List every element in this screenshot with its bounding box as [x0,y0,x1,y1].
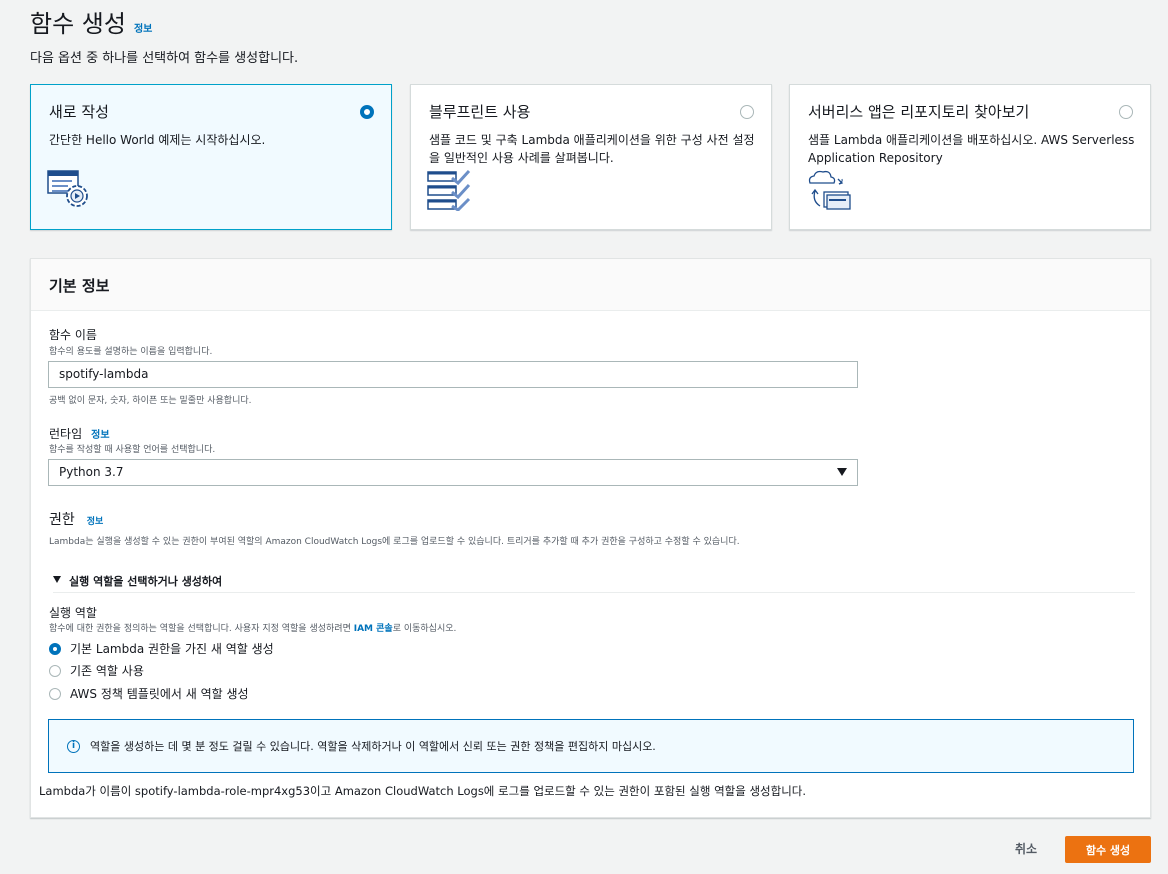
basic-info-panel: 기본 정보 함수 이름 함수의 용도를 설명하는 이름을 입력합니다. spot… [30,258,1151,818]
function-name-description: 함수의 용도를 설명하는 이름을 입력합니다. [49,347,213,357]
role-option-existing[interactable]: 기존 역할 사용 [49,662,144,679]
permissions-title: 권한 [49,512,75,528]
alert-text: 역할을 생성하는 데 몇 분 정도 걸릴 수 있습니다. 역할을 삭제하거나 이… [90,740,656,753]
permissions-description: Lambda는 실행을 생성할 수 있는 권한이 부여된 역할의 Amazon … [49,537,740,547]
role-option-label: 기본 Lambda 권한을 가진 새 역할 생성 [70,642,274,656]
option-radio[interactable] [740,105,754,119]
page-header: 함수 생성 정보 [30,4,152,39]
page-info-link[interactable]: 정보 [134,20,152,35]
page-description: 다음 옵션 중 하나를 선택하여 함수를 생성합니다. [30,51,299,66]
info-icon: i [67,739,80,753]
permissions-info-link[interactable]: 정보 [87,514,104,527]
option-radio[interactable] [1119,105,1133,119]
option-serverless-app-repository[interactable]: 서버리스 앱은 리포지토리 찾아보기 샘플 Lambda 애플리케이션을 배포하… [789,84,1151,230]
expander-label: 실행 역할을 선택하거나 생성하여 [69,575,223,588]
function-name-label: 함수 이름 [49,328,97,342]
execution-role-desc-text: 함수에 대한 권한을 정의하는 역할을 선택합니다. 사용자 지정 역할을 생성… [49,624,354,634]
execution-role-expander[interactable]: 실행 역할을 선택하거나 생성하여 [53,573,1135,593]
create-function-button[interactable]: 함수 생성 [1065,836,1151,863]
panel-header: 기본 정보 [31,259,1150,311]
execution-role-desc-suffix: 로 이동하십시오. [392,624,457,634]
info-alert: i 역할을 생성하는 데 몇 분 정도 걸릴 수 있습니다. 역할을 삭제하거나… [48,719,1134,773]
option-description: 간단한 Hello World 예제는 시작하십시오. [49,133,266,147]
permissions-title-row: 권한 정보 [49,509,103,529]
option-title: 새로 작성 [49,103,109,121]
runtime-label: 런타임 [49,427,83,441]
option-title: 서버리스 앱은 리포지토리 찾아보기 [808,103,1030,121]
execution-role-label: 실행 역할 [49,606,97,620]
role-option-policy-template[interactable]: AWS 정책 템플릿에서 새 역할 생성 [49,685,249,702]
role-option-label: AWS 정책 템플릿에서 새 역할 생성 [70,687,249,701]
blueprint-icon [427,169,473,215]
serverless-repo-icon [806,169,852,215]
role-creation-note: Lambda가 이름이 spotify-lambda-role-mpr4xg53… [39,784,807,798]
function-name-input[interactable]: spotify-lambda [48,361,858,388]
runtime-label-row: 런타임 정보 [49,425,110,442]
radio-button[interactable] [49,687,61,700]
execution-role-description: 함수에 대한 권한을 정의하는 역할을 선택합니다. 사용자 지정 역할을 생성… [49,621,456,634]
option-author-from-scratch[interactable]: 새로 작성 간단한 Hello World 예제는 시작하십시오. [30,84,392,230]
author-from-scratch-icon [47,169,93,215]
caret-down-icon [53,576,61,583]
role-option-label: 기존 역할 사용 [70,664,144,678]
runtime-select-value: Python 3.7 [59,465,124,479]
runtime-info-link[interactable]: 정보 [91,426,109,441]
option-description: 샘플 코드 및 구축 Lambda 애플리케이션을 위한 구성 사전 설정을 일… [429,133,755,165]
option-use-blueprint[interactable]: 블루프린트 사용 샘플 코드 및 구축 Lambda 애플리케이션을 위한 구성… [410,84,772,230]
role-option-new-basic[interactable]: 기본 Lambda 권한을 가진 새 역할 생성 [49,640,274,657]
runtime-select[interactable]: Python 3.7 [48,459,858,486]
function-name-constraint: 공백 없이 문자, 숫자, 하이픈 또는 밑줄만 사용합니다. [49,396,252,406]
radio-button[interactable] [49,642,61,655]
radio-button[interactable] [49,664,61,677]
page-title: 함수 생성 [30,10,126,38]
runtime-description: 함수를 작성할 때 사용할 언어를 선택합니다. [49,445,216,455]
option-title: 블루프린트 사용 [429,103,531,121]
iam-console-link[interactable]: IAM 콘솔 [354,624,393,634]
option-radio[interactable] [360,105,374,119]
option-description: 샘플 Lambda 애플리케이션을 배포하십시오. AWS Serverless… [808,133,1135,165]
caret-down-icon [837,468,847,476]
cancel-button[interactable]: 취소 [1003,838,1049,862]
